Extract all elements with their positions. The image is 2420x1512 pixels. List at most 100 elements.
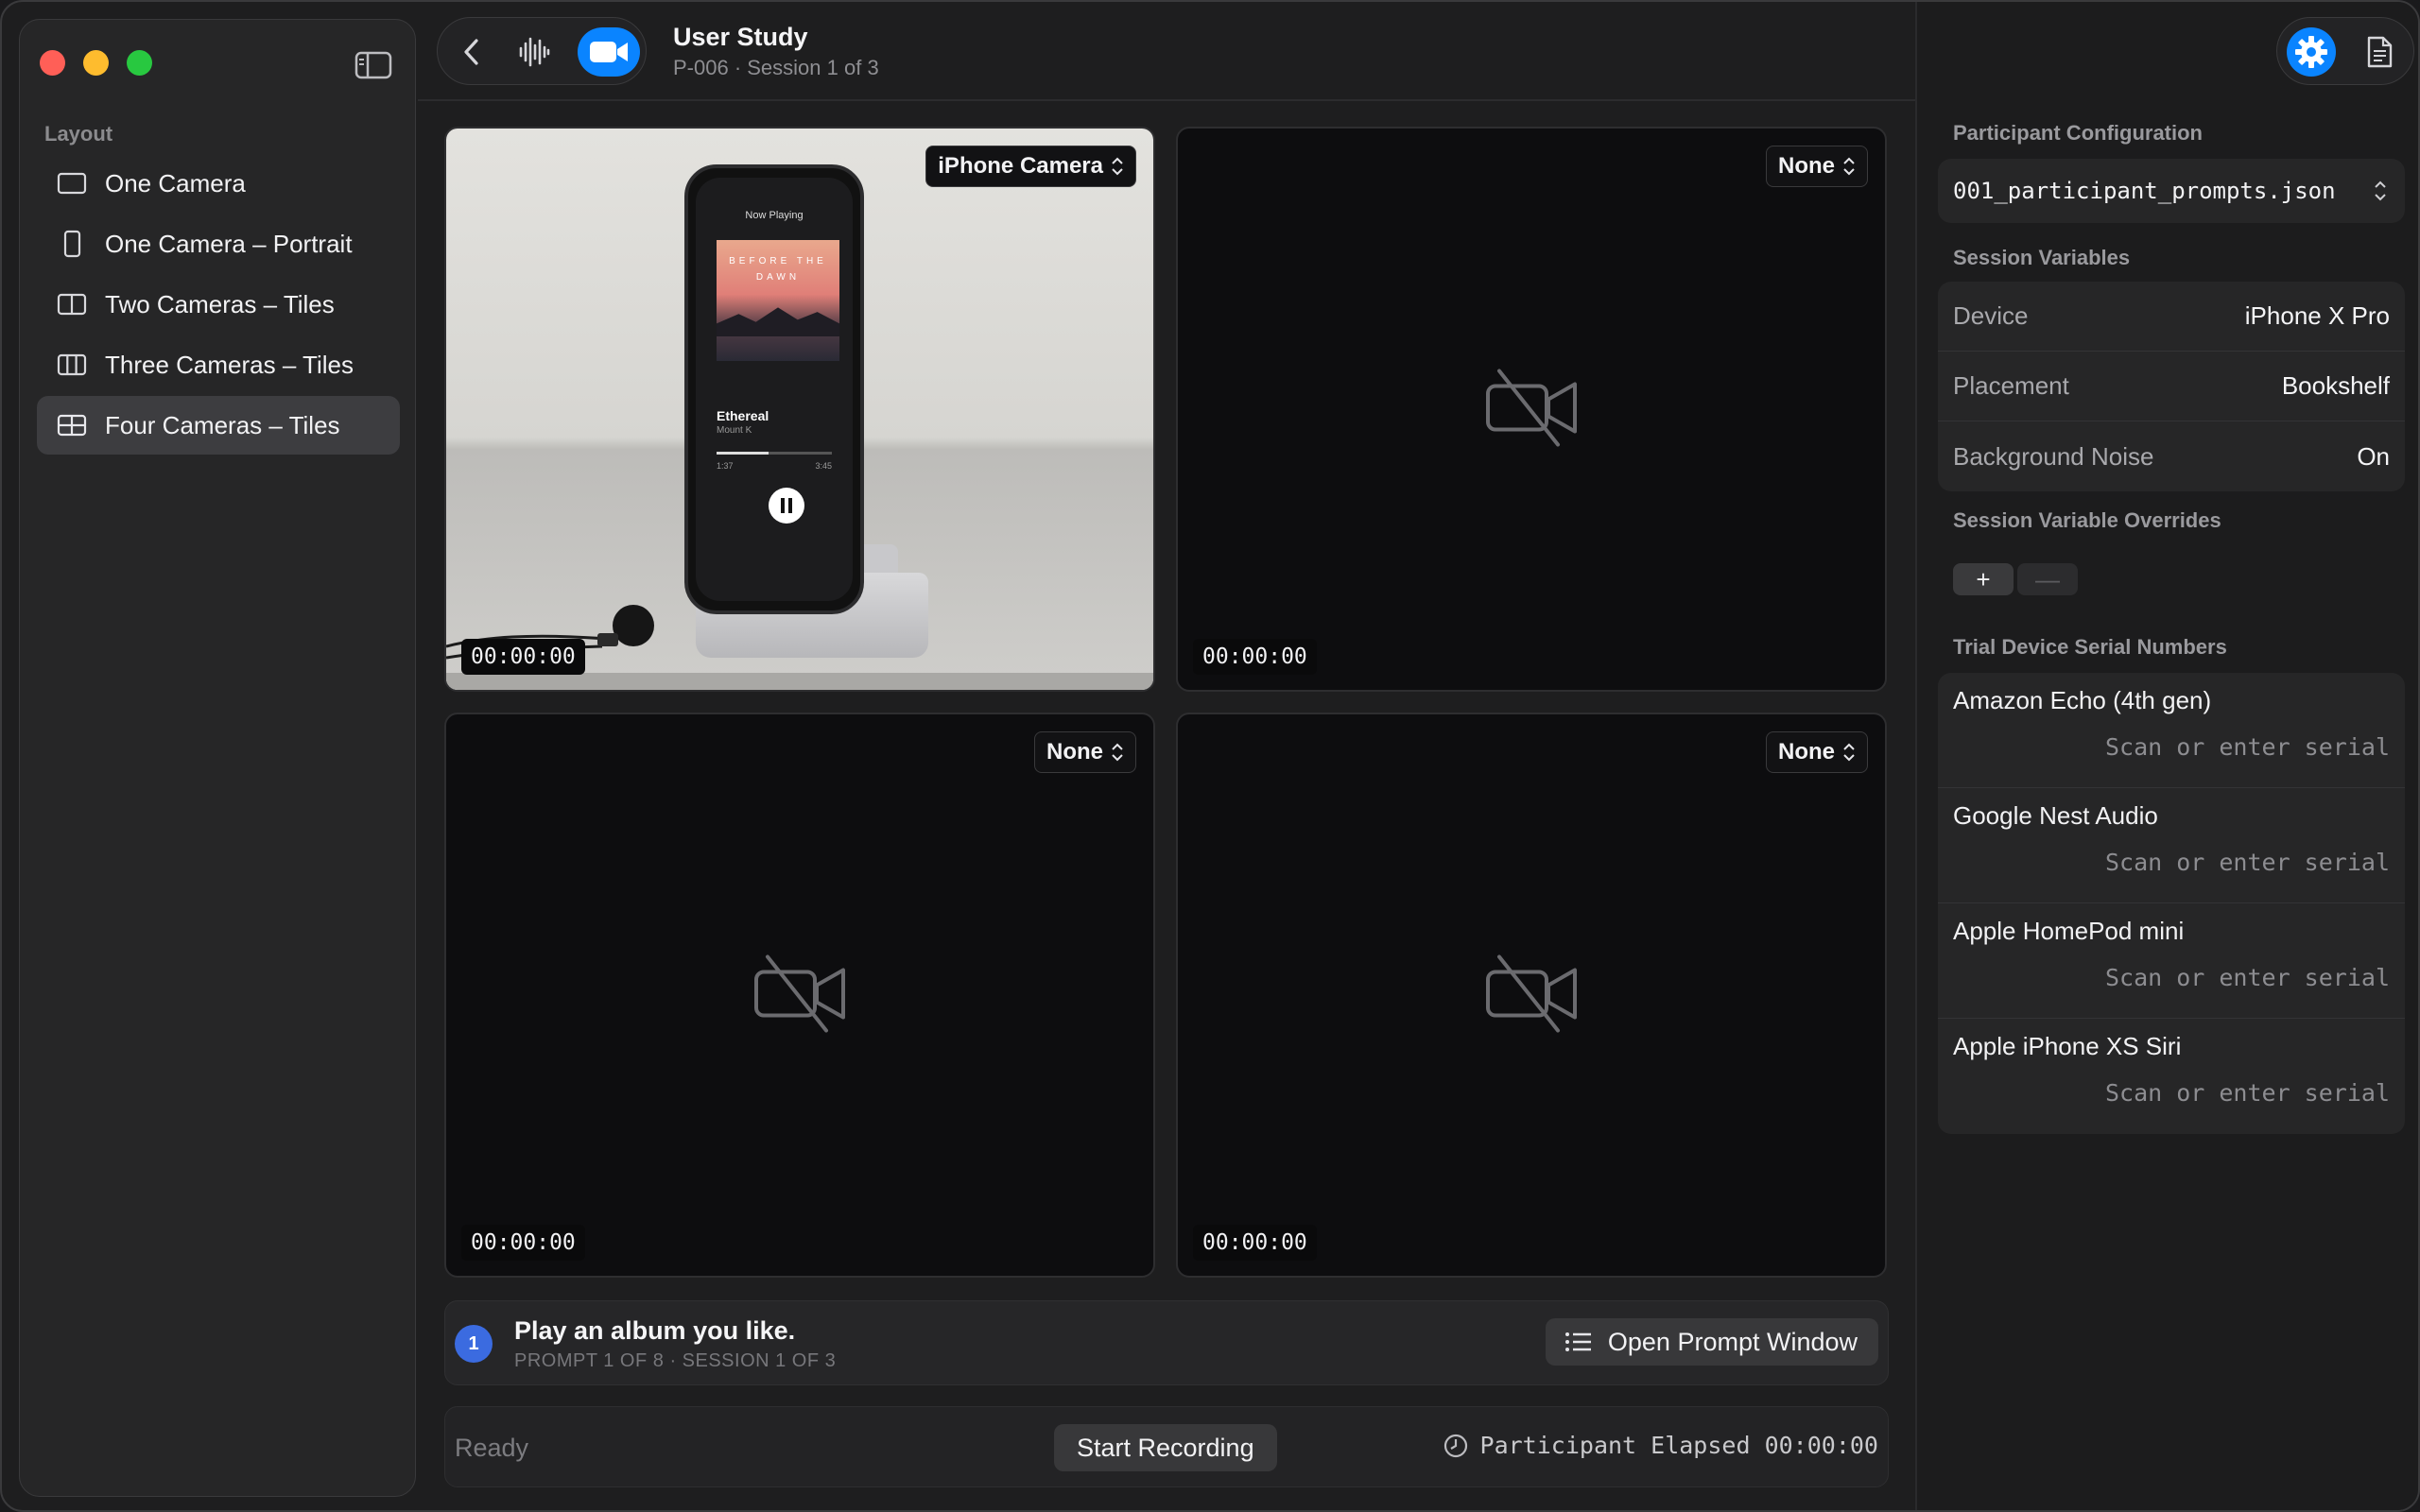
start-recording-label: Start Recording (1077, 1433, 1254, 1462)
camera-feed-image: Now Playing BEFORE THE DAWN Ethereal Mou… (446, 129, 1153, 690)
video-off-icon (751, 954, 849, 1038)
start-recording-button[interactable]: Start Recording (1054, 1424, 1277, 1471)
config-file-value: 001_participant_prompts.json (1953, 178, 2336, 204)
zoom-window-button[interactable] (127, 50, 152, 76)
layout-item-four-cameras[interactable]: Four Cameras – Tiles (37, 396, 400, 455)
waveform-icon (519, 37, 550, 67)
prompt-meta: PROMPT 1 OF 8 · SESSION 1 OF 3 (514, 1350, 837, 1371)
sidebar-toggle-icon[interactable] (354, 50, 392, 80)
phone-song-artist: Mount K (717, 425, 752, 436)
serial-input[interactable] (1993, 1079, 2390, 1107)
session-variable-row: Placement Bookshelf (1938, 352, 2405, 421)
config-file-picker[interactable]: 001_participant_prompts.json (1938, 159, 2405, 223)
list-icon (1564, 1332, 1591, 1351)
serial-input[interactable] (1993, 733, 2390, 761)
toolbar-group (437, 17, 647, 85)
layout-item-label: One Camera – Portrait (105, 229, 353, 258)
prompt-text: Play an album you like. (514, 1316, 796, 1345)
minimize-window-button[interactable] (83, 50, 109, 76)
layout-item-one-camera-portrait[interactable]: One Camera – Portrait (37, 215, 400, 273)
variable-value: iPhone X Pro (2244, 301, 2390, 330)
inspector-tools (2276, 17, 2414, 85)
session-variables-list: Device iPhone X Pro Placement Bookshelf … (1938, 282, 2405, 491)
camera-tile-3[interactable]: None 00:00:00 (444, 713, 1155, 1278)
layout-section-title: Layout (44, 122, 113, 146)
updown-chevron-icon (1111, 742, 1124, 763)
audio-mode-button[interactable] (510, 27, 559, 77)
inspector-panel: Participant Configuration 001_participan… (1915, 2, 2418, 1510)
variable-label: Device (1953, 301, 2029, 330)
app-window: Layout One Camera One Camera – Portrait … (0, 0, 2420, 1512)
camera-source-value: None (1046, 739, 1103, 765)
back-button[interactable] (447, 27, 496, 77)
layout-item-two-cameras[interactable]: Two Cameras – Tiles (37, 275, 400, 334)
variable-value: On (2357, 441, 2390, 471)
page-title: User Study (673, 23, 808, 51)
layout-item-one-camera[interactable]: One Camera (37, 154, 400, 213)
layout-item-label: Three Cameras – Tiles (105, 350, 354, 379)
document-button[interactable] (2355, 27, 2404, 77)
camera-tile-4[interactable]: None 00:00:00 (1176, 713, 1887, 1278)
session-variable-row: Device iPhone X Pro (1938, 282, 2405, 352)
gear-icon (2295, 36, 2327, 68)
add-override-button[interactable]: + (1953, 563, 2014, 595)
camera-tile-1[interactable]: Now Playing BEFORE THE DAWN Ethereal Mou… (444, 127, 1155, 692)
open-prompt-window-button[interactable]: Open Prompt Window (1545, 1318, 1878, 1366)
session-variable-row: Background Noise On (1938, 421, 2405, 491)
serial-input[interactable] (1993, 964, 2390, 991)
serial-device-name: Apple iPhone XS Siri (1953, 1032, 2182, 1060)
camera-source-picker[interactable]: None (1766, 731, 1868, 773)
variable-value: Bookshelf (2281, 371, 2390, 400)
video-off-icon (1482, 954, 1581, 1038)
prompt-number-badge: 1 (455, 1325, 493, 1363)
camera-tile-2[interactable]: None 00:00:00 (1176, 127, 1887, 692)
elapsed-label: Participant Elapsed (1479, 1432, 1751, 1459)
updown-chevron-icon (1842, 156, 1856, 177)
overrides-title: Session Variable Overrides (1953, 508, 2221, 532)
chevron-left-icon (464, 39, 478, 65)
updown-chevron-icon (1111, 156, 1124, 177)
toolbar-divider (418, 99, 1916, 101)
phone-image: Now Playing BEFORE THE DAWN Ethereal Mou… (684, 164, 864, 614)
updown-chevron-icon (1842, 742, 1856, 763)
phone-time-elapsed: 1:37 (717, 461, 734, 471)
serial-input[interactable] (1993, 849, 2390, 876)
updown-chevron-icon (2375, 180, 2386, 201)
tile-timecode: 00:00:00 (461, 639, 585, 675)
four-tiles-icon (56, 409, 88, 441)
camera-source-picker[interactable]: None (1766, 146, 1868, 187)
serial-row: Amazon Echo (4th gen) (1938, 673, 2405, 788)
layout-item-label: One Camera (105, 168, 246, 198)
settings-button[interactable] (2287, 27, 2336, 77)
camera-source-value: None (1778, 153, 1835, 179)
layout-item-label: Two Cameras – Tiles (105, 289, 335, 318)
phone-now-playing-label: Now Playing (745, 210, 804, 221)
serial-device-name: Amazon Echo (4th gen) (1953, 686, 2212, 714)
close-window-button[interactable] (40, 50, 65, 76)
serial-row: Apple HomePod mini (1938, 903, 2405, 1019)
participant-elapsed: Participant Elapsed 00:00:00 (1443, 1432, 1878, 1459)
album-art-image: BEFORE THE DAWN (717, 240, 839, 361)
phone-progress-bar (717, 452, 832, 455)
serial-row: Google Nest Audio (1938, 788, 2405, 903)
portrait-frame-icon (56, 228, 88, 260)
elapsed-value: 00:00:00 (1764, 1432, 1878, 1459)
single-frame-icon (56, 167, 88, 199)
status-text: Ready (455, 1434, 529, 1462)
video-camera-icon (590, 42, 628, 62)
camera-source-value: iPhone Camera (938, 153, 1103, 179)
camera-source-picker[interactable]: iPhone Camera (925, 146, 1136, 187)
serials-list: Amazon Echo (4th gen) Google Nest Audio … (1938, 673, 2405, 1134)
camera-source-picker[interactable]: None (1034, 731, 1136, 773)
tile-timecode: 00:00:00 (461, 1225, 585, 1261)
layout-item-three-cameras[interactable]: Three Cameras – Tiles (37, 335, 400, 394)
title-block: User Study P-006 · Session 1 of 3 (673, 23, 879, 80)
video-mode-button[interactable] (578, 27, 640, 77)
override-buttons: + — (1953, 563, 2078, 595)
remove-override-button[interactable]: — (2017, 563, 2078, 595)
variable-label: Background Noise (1953, 441, 2154, 471)
three-tiles-icon (56, 349, 88, 381)
phone-pause-icon (769, 488, 804, 524)
document-icon (2367, 36, 2393, 68)
serial-row: Apple iPhone XS Siri (1938, 1019, 2405, 1134)
